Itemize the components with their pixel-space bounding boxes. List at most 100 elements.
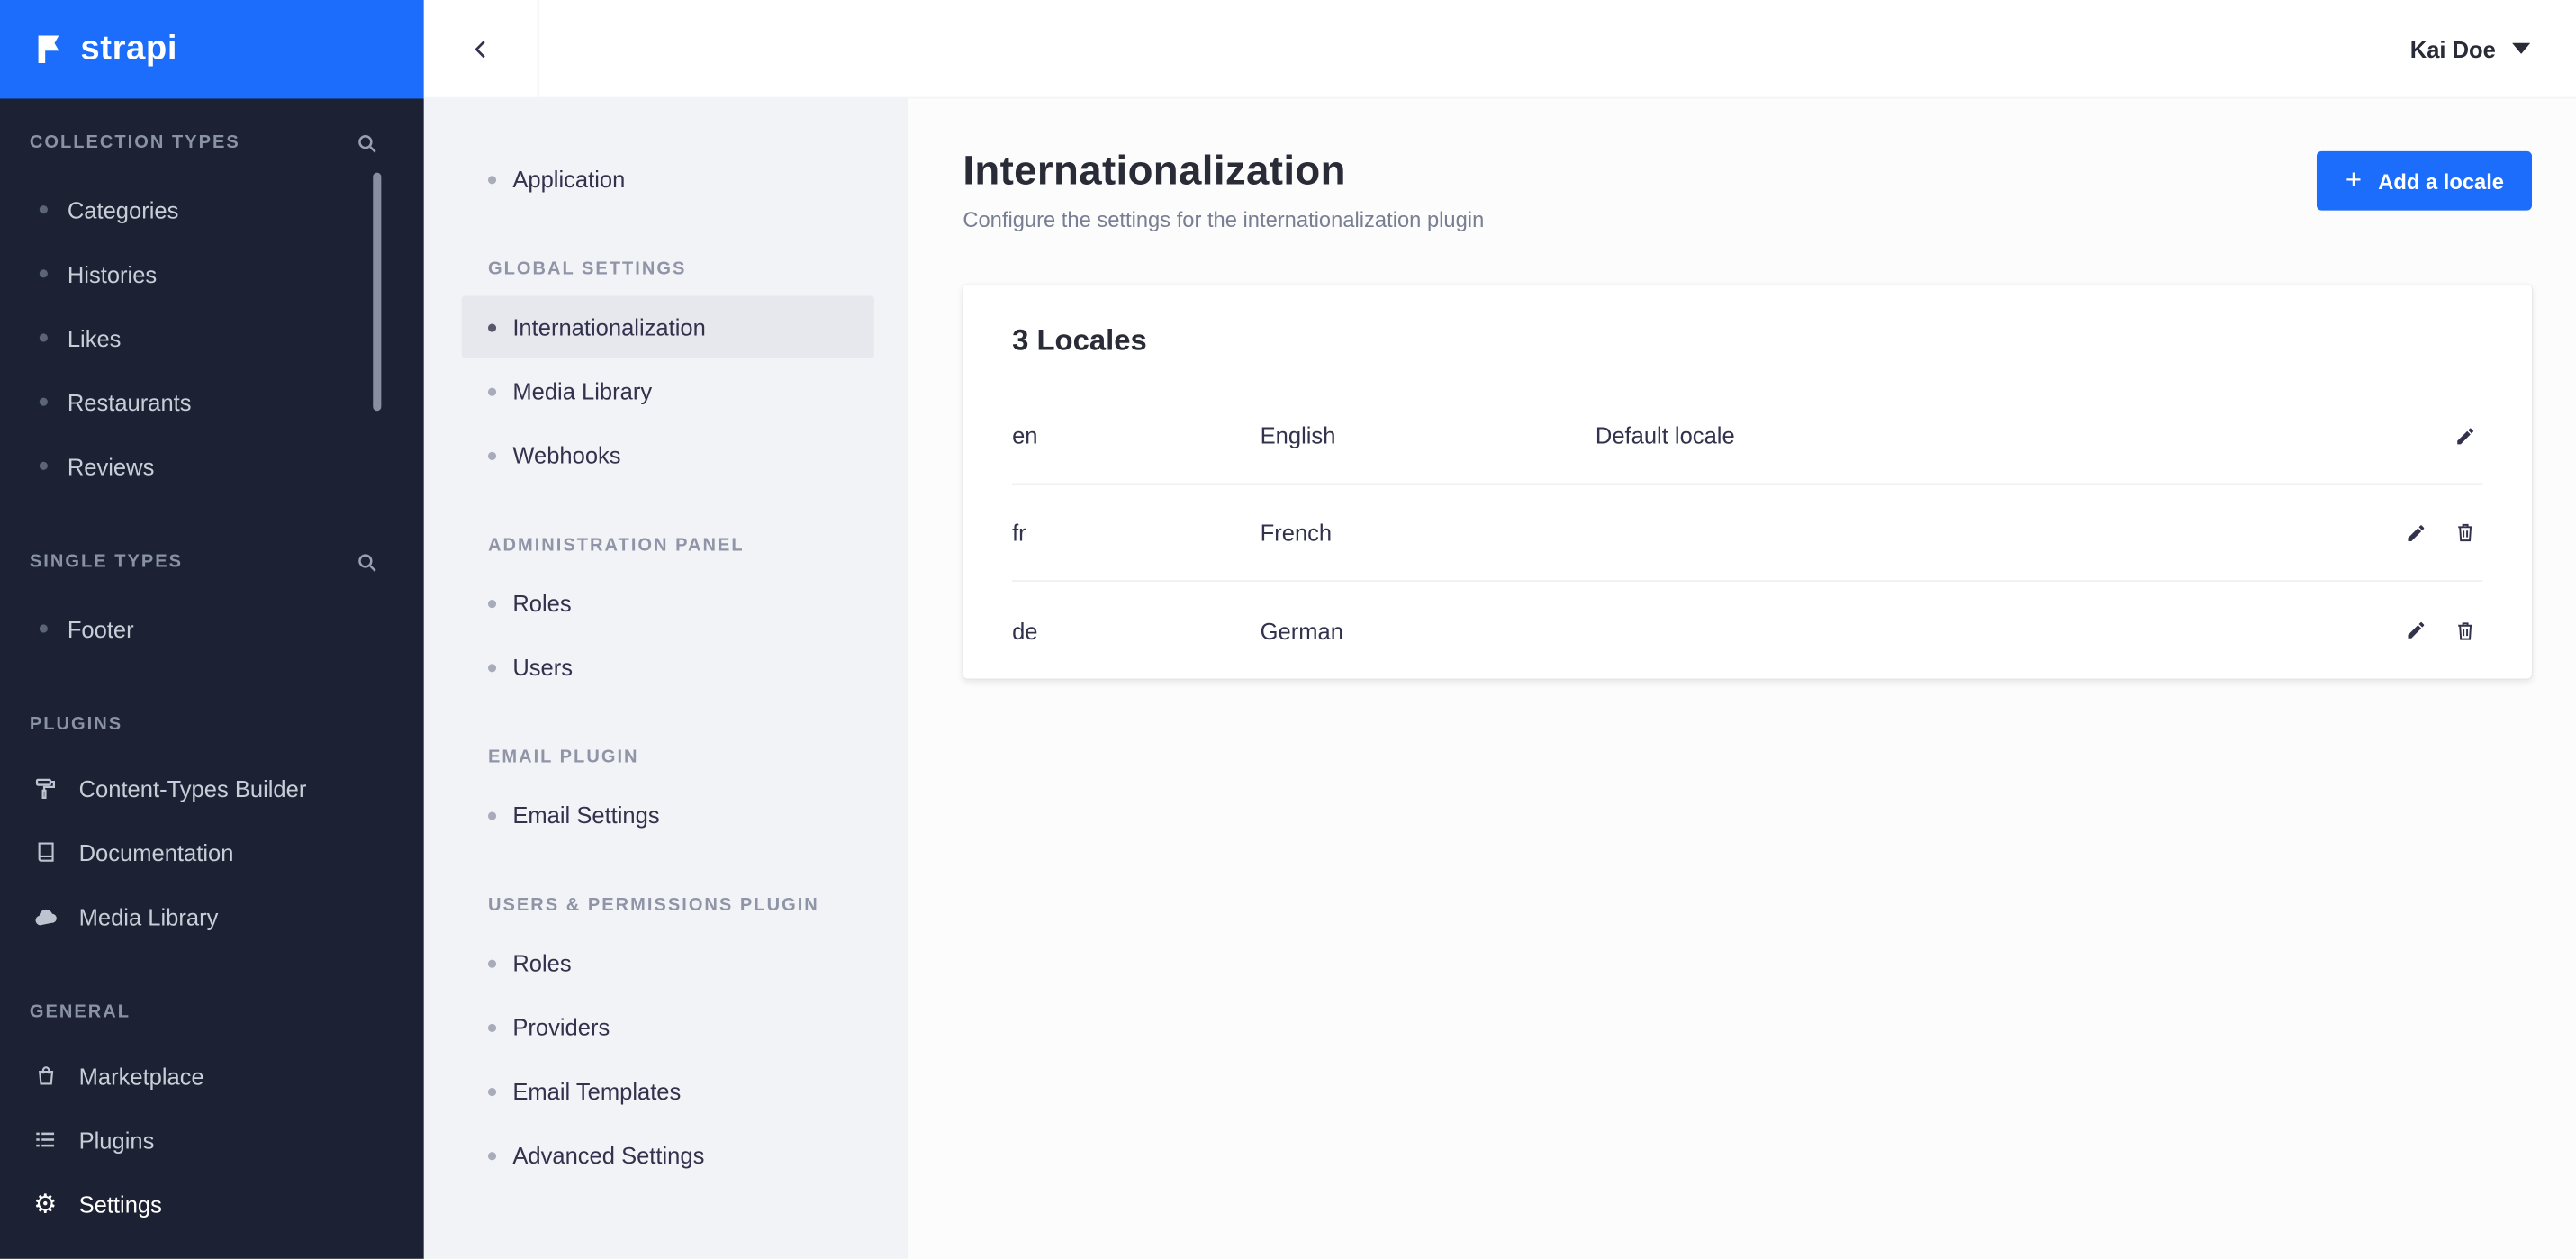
settings-nav-email-templates[interactable]: Email Templates [462, 1060, 874, 1122]
chevron-left-icon [467, 35, 493, 61]
bullet-icon [487, 1151, 497, 1160]
collection-types-heading-label: COLLECTION TYPES [29, 132, 240, 153]
plugins-list: Content-Types Builder Documentation Medi… [0, 756, 424, 948]
cloud-icon [32, 905, 59, 928]
settings-nav-webhooks[interactable]: Webhooks [462, 424, 874, 486]
page-header: Internationalization Configure the setti… [963, 148, 2533, 231]
locale-row-actions [2402, 615, 2482, 645]
sidebar-item-label: Restaurants [67, 388, 192, 415]
bullet-icon [487, 386, 497, 395]
general-list: Marketplace Plugins ⚙ Settings [0, 1044, 424, 1236]
back-button[interactable] [423, 0, 539, 97]
bullet-icon [39, 333, 48, 342]
trash-icon [2454, 521, 2476, 544]
bullet-icon [487, 1087, 497, 1096]
settings-nav-admin-roles[interactable]: Roles [462, 572, 874, 634]
locale-code: fr [1012, 519, 1026, 546]
sidebar-item-content-types-builder[interactable]: Content-Types Builder [0, 756, 424, 820]
shopping-bag-icon [32, 1064, 59, 1088]
settings-subnav: Application GLOBAL SETTINGS Internationa… [423, 98, 909, 1259]
edit-locale-button[interactable] [2402, 616, 2430, 644]
settings-nav-up-roles[interactable]: Roles [462, 932, 874, 994]
settings-nav-label: Email Templates [512, 1078, 682, 1105]
sidebar-item-restaurants[interactable]: Restaurants [0, 370, 424, 434]
pencil-icon [2406, 521, 2427, 543]
page-title: Internationalization [963, 148, 1346, 195]
plugins-heading-label: PLUGINS [29, 714, 123, 735]
sidebar-item-label: Plugins [78, 1126, 155, 1154]
sidebar-item-likes[interactable]: Likes [0, 305, 424, 369]
locale-name: English [1260, 421, 1336, 449]
bullet-icon [39, 624, 48, 633]
sidebar-item-marketplace[interactable]: Marketplace [0, 1044, 424, 1108]
general-heading-label: GENERAL [29, 1002, 131, 1023]
sidebar-item-categories[interactable]: Categories [0, 177, 424, 241]
strapi-logo[interactable]: strapi [0, 0, 424, 99]
settings-nav-providers[interactable]: Providers [462, 996, 874, 1058]
bullet-icon [487, 958, 497, 967]
sidebar-item-histories[interactable]: Histories [0, 241, 424, 305]
single-types-heading-label: SINGLE TYPES [29, 552, 184, 573]
settings-nav-label: Users [512, 654, 574, 681]
settings-nav-label: Webhooks [512, 441, 621, 469]
sidebar-item-media-library[interactable]: Media Library [0, 884, 424, 948]
chevron-down-icon [2512, 42, 2531, 54]
main-content: Internationalization Configure the setti… [908, 98, 2576, 1259]
gear-icon: ⚙ [33, 1187, 58, 1219]
settings-nav-email-settings[interactable]: Email Settings [462, 783, 874, 846]
users-permissions-heading: USERS & PERMISSIONS PLUGIN [487, 895, 819, 916]
delete-locale-button[interactable] [2452, 615, 2480, 645]
edit-locale-button[interactable] [2452, 421, 2480, 449]
bullet-icon [39, 205, 48, 214]
pencil-icon [2454, 425, 2476, 447]
sidebar-item-label: Likes [67, 324, 122, 351]
sidebar-scrollbar[interactable] [373, 172, 382, 412]
add-locale-button-label: Add a locale [2378, 168, 2504, 194]
edit-locale-button[interactable] [2402, 519, 2430, 547]
user-menu[interactable]: Kai Doe [2410, 0, 2531, 97]
collection-types-heading: COLLECTION TYPES [0, 125, 424, 161]
sidebar-item-label: Marketplace [78, 1062, 204, 1089]
locale-code: en [1012, 421, 1038, 449]
settings-nav-admin-users[interactable]: Users [462, 636, 874, 698]
delete-locale-button[interactable] [2452, 518, 2480, 548]
settings-nav-advanced-settings[interactable]: Advanced Settings [462, 1124, 874, 1186]
general-heading: GENERAL [0, 994, 424, 1030]
sidebar-item-settings[interactable]: ⚙ Settings [0, 1172, 424, 1236]
single-types-list: Footer [0, 596, 424, 660]
add-locale-button[interactable]: + Add a locale [2317, 150, 2533, 211]
locales-card-title: 3 Locales [1012, 323, 1147, 357]
bullet-icon [487, 663, 497, 672]
sidebar-item-label: Footer [67, 615, 134, 642]
settings-nav-internationalization[interactable]: Internationalization [461, 295, 874, 358]
settings-nav-application[interactable]: Application [462, 148, 874, 210]
bullet-icon [487, 450, 497, 460]
sidebar-item-plugins[interactable]: Plugins [0, 1108, 424, 1172]
bullet-icon [487, 1022, 497, 1032]
sidebar-item-label: Settings [78, 1191, 162, 1218]
search-icon [357, 132, 378, 154]
sidebar-item-label: Histories [67, 260, 158, 287]
locale-row-en[interactable]: en English Default locale [1012, 388, 2483, 485]
sidebar-item-reviews[interactable]: Reviews [0, 434, 424, 498]
locale-row-fr[interactable]: fr French [1012, 485, 2483, 582]
sidebar-item-label: Content-Types Builder [78, 774, 307, 802]
plugins-heading: PLUGINS [0, 707, 424, 743]
topbar: Kai Doe [423, 0, 2576, 99]
settings-nav-label: Email Settings [512, 802, 660, 829]
administration-panel-heading: ADMINISTRATION PANEL [487, 535, 745, 556]
sidebar-item-label: Reviews [67, 452, 155, 479]
settings-nav-media-library[interactable]: Media Library [462, 360, 874, 422]
single-types-search-button[interactable] [357, 551, 378, 573]
settings-nav-label: Internationalization [512, 313, 706, 340]
bullet-icon [487, 811, 497, 820]
sidebar-item-label: Documentation [78, 838, 234, 865]
sidebar-item-documentation[interactable]: Documentation [0, 820, 424, 884]
bullet-icon [487, 599, 497, 608]
settings-nav-label: Advanced Settings [512, 1142, 705, 1169]
sidebar-item-label: Categories [67, 196, 179, 223]
collection-types-search-button[interactable] [357, 132, 378, 154]
sidebar-item-footer[interactable]: Footer [0, 596, 424, 660]
settings-nav-label: Roles [512, 590, 572, 617]
locale-row-de[interactable]: de German [1012, 582, 2482, 679]
